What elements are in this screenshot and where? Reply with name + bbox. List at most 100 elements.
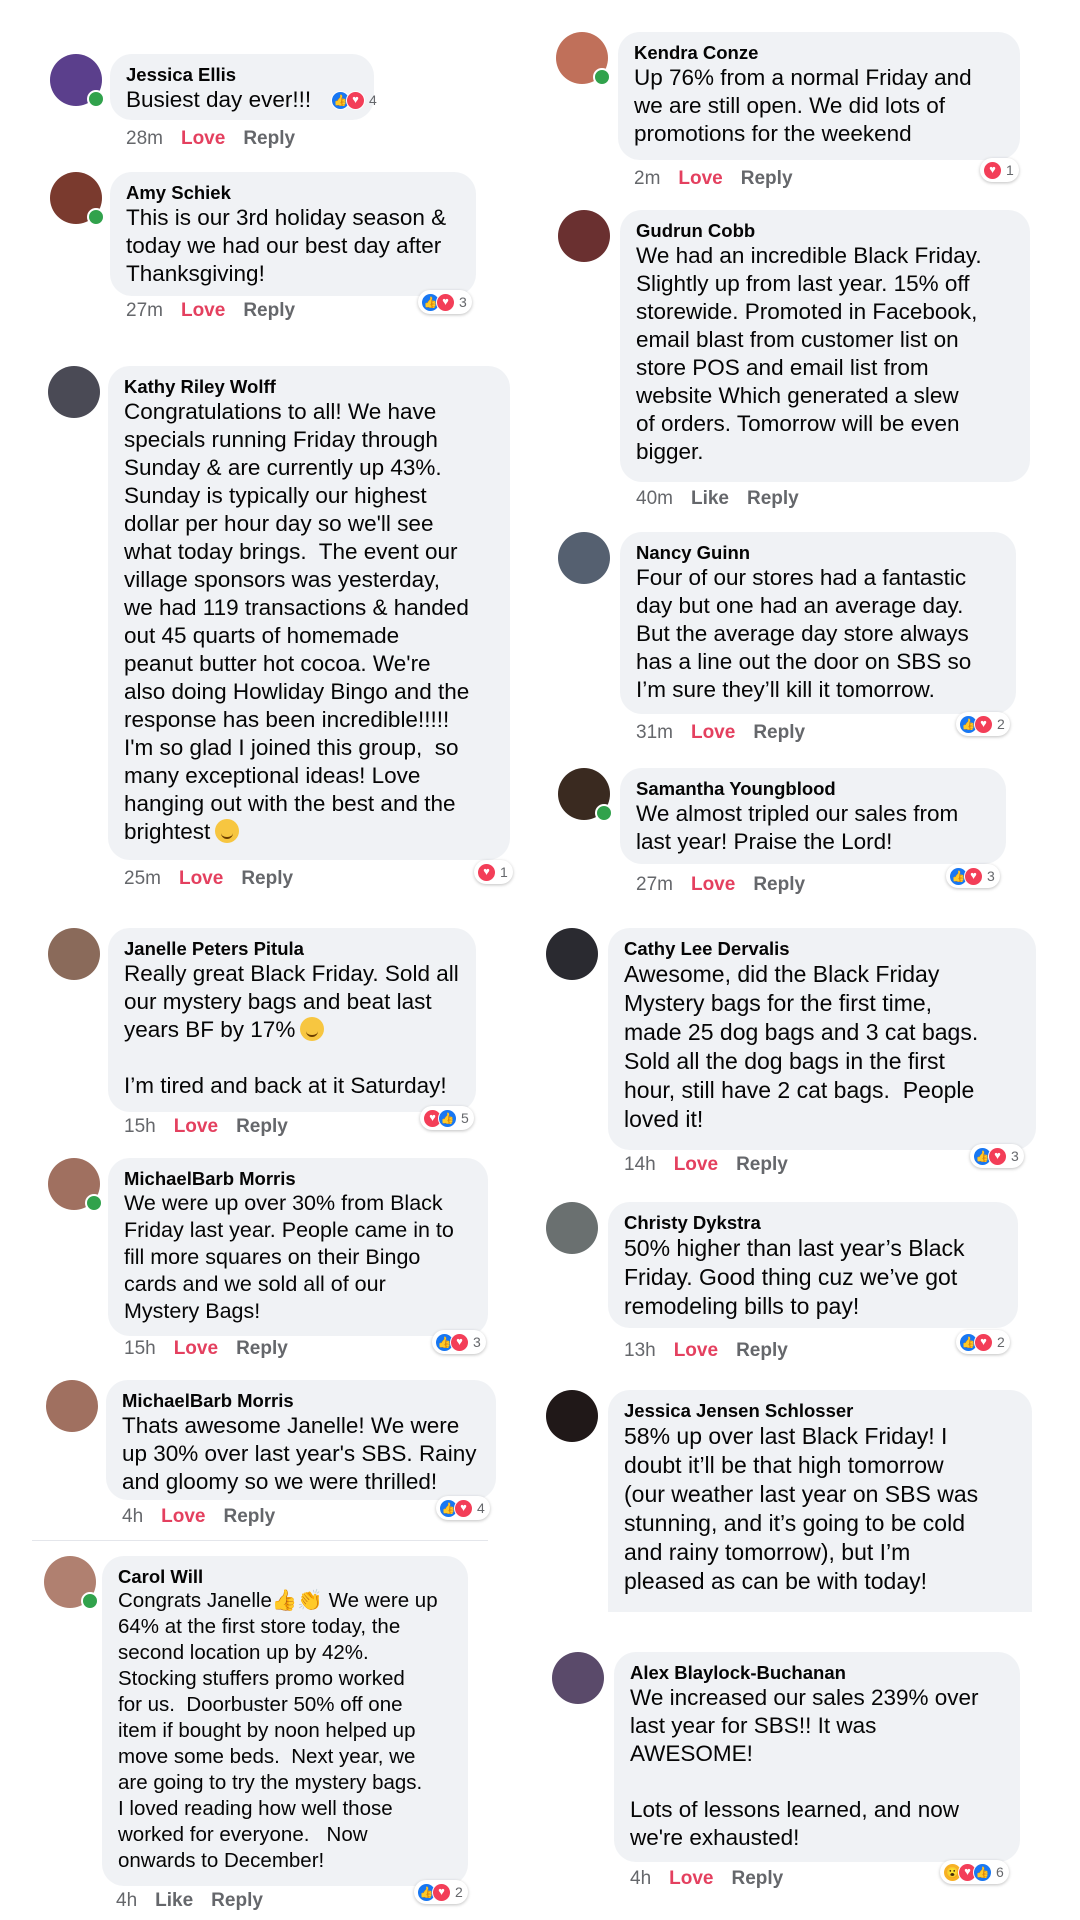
author-name[interactable]: Cathy Lee Dervalis (624, 938, 1020, 960)
author-name[interactable]: Carol Will (118, 1566, 452, 1588)
author-name[interactable]: Jessica Jensen Schlosser (624, 1400, 1016, 1422)
comment-bubble: Alex Blaylock-Buchanan We increased our … (614, 1652, 1020, 1862)
avatar[interactable] (546, 1202, 598, 1254)
timestamp[interactable]: 25m (124, 868, 161, 889)
reply-button[interactable]: Reply (736, 1340, 788, 1361)
avatar[interactable] (48, 928, 100, 980)
love-button[interactable]: Love (674, 1154, 718, 1175)
author-name[interactable]: MichaelBarb Morris (122, 1390, 480, 1412)
reply-button[interactable]: Reply (747, 488, 799, 509)
avatar[interactable] (48, 1158, 103, 1212)
reply-button[interactable]: Reply (753, 722, 805, 743)
reaction-count: 4 (477, 1500, 485, 1516)
love-button[interactable]: Love (181, 128, 225, 149)
avatar[interactable] (48, 366, 100, 418)
avatar[interactable] (558, 210, 610, 262)
avatar[interactable] (552, 1652, 604, 1704)
timestamp[interactable]: 2m (634, 168, 660, 189)
timestamp[interactable]: 15h (124, 1338, 156, 1359)
comment-actions: 2m Love Reply (634, 168, 793, 190)
love-button[interactable]: Love (174, 1116, 218, 1137)
timestamp[interactable]: 31m (636, 722, 673, 743)
reaction-summary[interactable]: ♥ 👍 5 (420, 1106, 474, 1130)
author-name[interactable]: Nancy Guinn (636, 542, 1000, 564)
timestamp[interactable]: 27m (126, 300, 163, 321)
reaction-summary[interactable]: 👍 ♥ 3 (970, 1144, 1024, 1168)
reaction-summary[interactable]: ♥ 1 (980, 158, 1019, 182)
reaction-summary[interactable]: 👍 ♥ 3 (946, 864, 1000, 888)
like-reaction-icon: 👍 (973, 1862, 992, 1882)
author-name[interactable]: Kathy Riley Wolff (124, 376, 494, 398)
reaction-summary[interactable]: 👍 ♥ 4 (328, 88, 382, 112)
avatar[interactable] (558, 532, 610, 584)
reaction-summary[interactable]: 👍 ♥ 2 (414, 1880, 468, 1904)
comment-actions: 14h Love Reply (624, 1154, 788, 1176)
timestamp[interactable]: 13h (624, 1340, 656, 1361)
author-name[interactable]: Alex Blaylock-Buchanan (630, 1662, 1004, 1684)
timestamp[interactable]: 15h (124, 1116, 156, 1137)
love-button[interactable]: Love (161, 1506, 205, 1527)
reply-button[interactable]: Reply (753, 874, 805, 895)
author-name[interactable]: Christy Dykstra (624, 1212, 1002, 1234)
love-button[interactable]: Love (669, 1868, 713, 1889)
timestamp[interactable]: 27m (636, 874, 673, 895)
reaction-summary[interactable]: ♥ 1 (474, 860, 513, 884)
online-indicator (81, 1592, 99, 1610)
love-button[interactable]: Love (678, 168, 722, 189)
avatar[interactable] (546, 928, 598, 980)
love-button[interactable]: Love (179, 868, 223, 889)
reaction-summary[interactable]: 😮 ♥ 👍 6 (940, 1860, 1009, 1884)
author-name[interactable]: Samantha Youngblood (636, 778, 990, 800)
author-name[interactable]: MichaelBarb Morris (124, 1168, 472, 1190)
like-button[interactable]: Like (691, 488, 729, 509)
reply-button[interactable]: Reply (243, 300, 295, 321)
like-button[interactable]: Like (155, 1890, 193, 1911)
comment-bubble: Janelle Peters Pitula Really great Black… (108, 928, 476, 1112)
timestamp[interactable]: 28m (126, 128, 163, 149)
reply-button[interactable]: Reply (236, 1338, 288, 1359)
love-reaction-icon: ♥ (432, 1882, 451, 1902)
author-name[interactable]: Gudrun Cobb (636, 220, 1014, 242)
reaction-summary[interactable]: 👍 ♥ 3 (432, 1330, 486, 1354)
avatar-image (48, 928, 100, 980)
timestamp[interactable]: 40m (636, 488, 673, 509)
reply-button[interactable]: Reply (243, 128, 295, 149)
timestamp[interactable]: 14h (624, 1154, 656, 1175)
reply-button[interactable]: Reply (732, 1868, 784, 1889)
love-button[interactable]: Love (691, 722, 735, 743)
reply-button[interactable]: Reply (236, 1116, 288, 1137)
timestamp[interactable]: 4h (116, 1890, 137, 1911)
reply-button[interactable]: Reply (736, 1154, 788, 1175)
reaction-summary[interactable]: 👍 ♥ 3 (418, 290, 472, 314)
avatar[interactable] (556, 32, 611, 86)
reaction-count: 3 (987, 868, 995, 884)
avatar[interactable] (50, 54, 105, 108)
author-name[interactable]: Amy Schiek (126, 182, 460, 204)
author-name[interactable]: Janelle Peters Pitula (124, 938, 460, 960)
timestamp[interactable]: 4h (122, 1506, 143, 1527)
love-button[interactable]: Love (174, 1338, 218, 1359)
reaction-summary[interactable]: 👍 ♥ 4 (436, 1496, 490, 1520)
love-button[interactable]: Love (181, 300, 225, 321)
reaction-count: 6 (996, 1864, 1004, 1880)
reply-button[interactable]: Reply (741, 168, 793, 189)
avatar[interactable] (558, 768, 613, 822)
avatar[interactable] (44, 1556, 99, 1610)
reaction-summary[interactable]: 👍 ♥ 2 (956, 1330, 1010, 1354)
reaction-count: 1 (500, 864, 508, 880)
author-name[interactable]: Kendra Conze (634, 42, 1004, 64)
love-button[interactable]: Love (674, 1340, 718, 1361)
avatar[interactable] (50, 172, 105, 226)
author-name[interactable]: Jessica Ellis (126, 64, 358, 86)
reaction-summary[interactable]: 👍 ♥ 2 (956, 712, 1010, 736)
reply-button[interactable]: Reply (241, 868, 293, 889)
avatar[interactable] (46, 1380, 98, 1432)
timestamp[interactable]: 4h (630, 1868, 651, 1889)
comment-text-second: I’m tired and back at it Saturday! (124, 1073, 447, 1098)
reply-button[interactable]: Reply (211, 1890, 263, 1911)
reply-button[interactable]: Reply (224, 1506, 276, 1527)
love-button[interactable]: Love (691, 874, 735, 895)
reaction-count: 4 (369, 92, 377, 108)
comment-text: We almost tripled our sales from last ye… (636, 801, 959, 854)
avatar[interactable] (546, 1390, 598, 1442)
